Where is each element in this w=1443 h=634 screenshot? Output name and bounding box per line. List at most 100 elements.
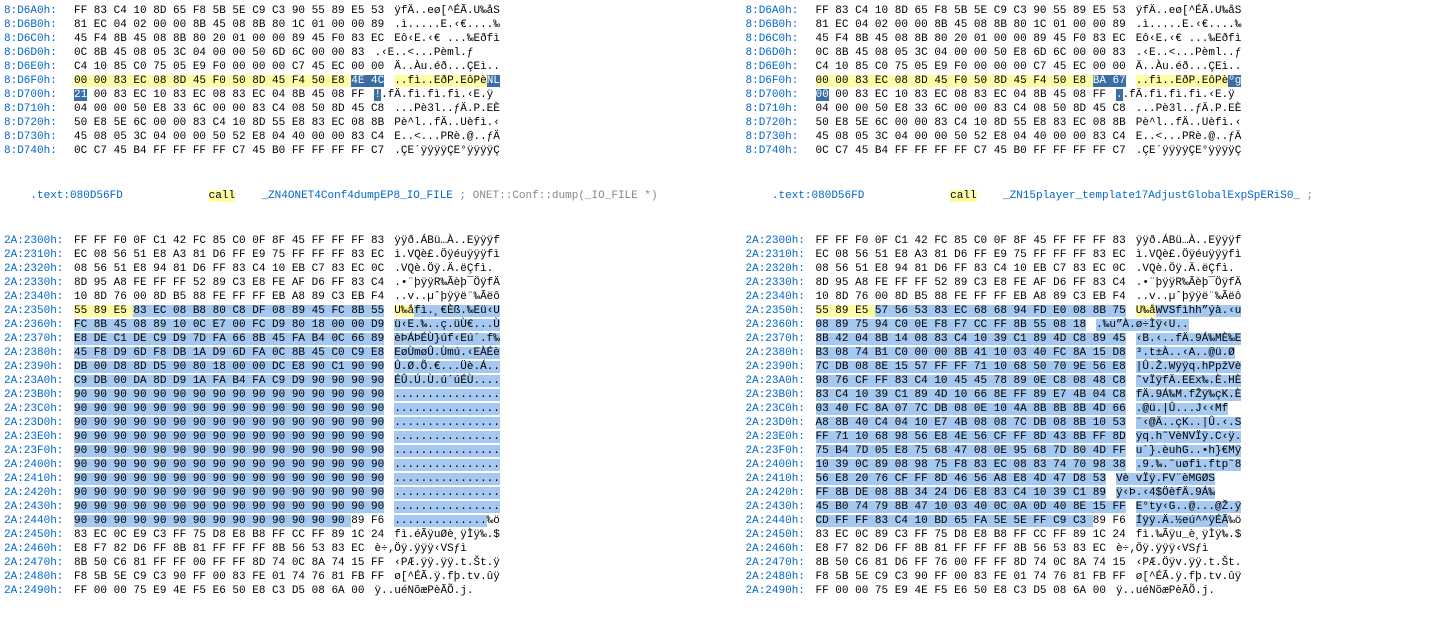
hex-row: 2A:2460h:E8 F7 82 D6 FF 8B 81 FF FF FF 8… xyxy=(4,542,698,556)
hex-row: 8:D720h:50 E8 5E 6C 00 00 83 C4 10 8D 55… xyxy=(746,116,1440,130)
hex-row: 8:D6A0h:FF 83 C4 10 8D 65 F8 5B 5E C9 C3… xyxy=(4,4,698,18)
hex-address: 8:D6A0h: xyxy=(746,4,816,18)
hex-row: 8:D6E0h:C4 10 85 C0 75 05 E9 F0 00 00 00… xyxy=(746,60,1440,74)
hex-address: 2A:23F0h: xyxy=(4,444,74,458)
hex-bytes: FF 8B DE 08 8B 34 24 D6 E8 83 C4 10 39 C… xyxy=(816,486,1106,500)
hex-ascii: fÄ.9Á‰M.fŽÿ‰çK.È xyxy=(1136,388,1242,402)
hex-bytes: C4 10 85 C0 75 05 E9 F0 00 00 00 C7 45 E… xyxy=(816,60,1126,74)
hex-ascii: ÿ‹Þ.‹4$ÖèfÄ.9Á‰ xyxy=(1116,486,1215,500)
hex-ascii: ÿÿð.ÁBü…À..Eÿÿÿf xyxy=(1136,234,1242,248)
hex-bytes: 08 56 51 E8 94 81 D6 FF 83 C4 10 EB C7 8… xyxy=(816,262,1126,276)
hex-ascii: Eô‹E.‹€ ...‰Eðfì xyxy=(1136,32,1242,46)
hex-row: 2A:2300h:FF FF F0 0F C1 42 FC 85 C0 0F 8… xyxy=(4,234,698,248)
hex-bytes: 83 C4 10 39 C1 89 4D 10 66 8E FF 89 E7 4… xyxy=(816,388,1126,402)
hex-ascii: .‰u”À.ø÷Ìÿ‹U.. xyxy=(1096,318,1188,332)
disasm-left: .text:080D56FD call _ZN4ONET4Conf4dumpEP… xyxy=(4,174,698,218)
hex-ascii: ³.t±À..‹A..@ü.Ø xyxy=(1136,346,1235,360)
hex-address: 2A:2350h: xyxy=(4,304,74,318)
hex-ascii: .•¨þÿÿR‰Ãèþ¯ÖÿfÄ xyxy=(1136,276,1242,290)
hex-row: 8:D730h:45 08 05 3C 04 00 00 50 52 E8 04… xyxy=(4,130,698,144)
hex-address: 2A:2460h: xyxy=(4,542,74,556)
hex-row: 2A:2360h:08 89 75 94 C0 0E F8 F7 CC FF 8… xyxy=(746,318,1440,332)
hex-row: 2A:2350h:55 89 E5 83 EC 08 B8 80 C8 DF 0… xyxy=(4,304,698,318)
hex-bytes: 75 B4 7D 05 E8 75 68 47 08 0E 95 68 7D 8… xyxy=(816,444,1126,458)
hex-ascii: ÿ..uéNõæPèÃÕ.j. xyxy=(1116,584,1215,598)
hex-ascii: .ì.....E.‹€....‰ xyxy=(394,18,500,32)
hex-bytes: 8B 42 04 8B 14 08 83 C4 10 39 C1 89 4D C… xyxy=(816,332,1126,346)
disasm-addr: .text:080D56FD xyxy=(30,190,122,202)
hex-row: 2A:23B0h:83 C4 10 39 C1 89 4D 10 66 8E F… xyxy=(746,388,1440,402)
hex-address: 2A:2410h: xyxy=(4,472,74,486)
hex-row: 8:D6C0h:45 F4 8B 45 08 8B 80 20 01 00 00… xyxy=(746,32,1440,46)
hex-address: 8:D710h: xyxy=(4,102,74,116)
hex-bytes: 45 B0 74 79 8B 47 10 03 40 0C 0A 0D 40 8… xyxy=(816,500,1126,514)
hex-row: 2A:23B0h:90 90 90 90 90 90 90 90 90 90 9… xyxy=(4,388,698,402)
hex-address: 2A:23B0h: xyxy=(746,388,816,402)
hex-ascii: .‹E..<...Pèml.ƒ xyxy=(374,46,473,60)
hex-ascii: ................ xyxy=(394,486,500,500)
hex-bytes: F8 5B 5E C9 C3 90 FF 00 83 FE 01 74 76 8… xyxy=(816,570,1126,584)
hex-ascii: ÿfÄ..eø[^ÉÃ.U‰åS xyxy=(1136,4,1242,18)
hex-row: 8:D6E0h:C4 10 85 C0 75 05 E9 F0 00 00 00… xyxy=(4,60,698,74)
hex-row: 2A:23D0h:A8 8B 40 C4 04 10 E7 4B 08 08 7… xyxy=(746,416,1440,430)
hex-address: 2A:23A0h: xyxy=(4,374,74,388)
hex-row: 2A:2400h:90 90 90 90 90 90 90 90 90 90 9… xyxy=(4,458,698,472)
hex-row: 2A:2410h:90 90 90 90 90 90 90 90 90 90 9… xyxy=(4,472,698,486)
hex-address: 2A:23F0h: xyxy=(746,444,816,458)
hex-row: 2A:2480h:F8 5B 5E C9 C3 90 FF 00 83 FE 0… xyxy=(4,570,698,584)
hex-row: 2A:2380h:45 F8 D9 6D F8 DB 1A D9 6D FA 0… xyxy=(4,346,698,360)
hex-row: 8:D6A0h:FF 83 C4 10 8D 65 F8 5B 5E C9 C3… xyxy=(746,4,1440,18)
hex-row: 8:D700h:00 00 83 EC 10 83 EC 08 83 EC 04… xyxy=(746,88,1440,102)
hex-row: 2A:23E0h:FF 71 10 68 98 56 E8 4E 56 CF F… xyxy=(746,430,1440,444)
hex-row: 2A:2450h:83 EC 0C 89 C3 FF 75 D8 E8 B8 F… xyxy=(746,528,1440,542)
hex-bytes: 45 08 05 3C 04 00 00 50 52 E8 04 40 00 0… xyxy=(74,130,384,144)
hex-ascii: Ä..Àu.éð...ÇEì.. xyxy=(394,60,500,74)
hex-address: 8:D6C0h: xyxy=(746,32,816,46)
hex-bytes: C4 10 85 C0 75 05 E9 F0 00 00 00 C7 45 E… xyxy=(74,60,384,74)
hex-bytes: 0C C7 45 B4 FF FF FF FF C7 45 B0 FF FF F… xyxy=(816,144,1126,158)
disasm-mnem: call xyxy=(209,190,235,202)
hex-ascii: .9.‰.˜uøfì.ftp˜8 xyxy=(1136,458,1242,472)
hex-bytes: 90 90 90 90 90 90 90 90 90 90 90 90 90 9… xyxy=(74,514,384,528)
hex-row: 2A:2490h:FF 00 00 75 E9 4E F5 E6 50 E8 C… xyxy=(4,584,698,598)
left-pane: 8:D6A0h:FF 83 C4 10 8D 65 F8 5B 5E C9 C3… xyxy=(0,0,702,602)
hex-bytes: FC 8B 45 08 89 10 0C E7 00 FC D9 80 18 0… xyxy=(74,318,384,332)
hex-ascii: U‰åWVSfìhh”ýà.‹u xyxy=(1136,304,1242,318)
hex-address: 8:D6B0h: xyxy=(746,18,816,32)
hex-bytes: B3 08 74 B1 C0 00 00 8B 41 10 03 40 FC 8… xyxy=(816,346,1126,360)
hex-bytes: 08 56 51 E8 94 81 D6 FF 83 C4 10 EB C7 8… xyxy=(74,262,384,276)
hex-row: 2A:2430h:45 B0 74 79 8B 47 10 03 40 0C 0… xyxy=(746,500,1440,514)
hex-bytes: 90 90 90 90 90 90 90 90 90 90 90 90 90 9… xyxy=(74,444,384,458)
hex-ascii: Vè vÏÿ.FV¨èMGØS xyxy=(1116,472,1215,486)
hex-address: 8:D6D0h: xyxy=(746,46,816,60)
hex-row: 2A:2370h:8B 42 04 8B 14 08 83 C4 10 39 C… xyxy=(746,332,1440,346)
hex-row: 2A:2320h:08 56 51 E8 94 81 D6 FF 83 C4 1… xyxy=(4,262,698,276)
hex-row: 2A:2420h:FF 8B DE 08 8B 34 24 D6 E8 83 C… xyxy=(746,486,1440,500)
hex-ascii: ...Pè3l..ƒÄ.P.EÈ xyxy=(1136,102,1242,116)
disasm-operand: _ZN15player_template17AdjustGlobalExpSpE… xyxy=(1003,190,1300,202)
hex-bytes: 55 89 E5 83 EC 08 B8 80 C8 DF 08 89 45 F… xyxy=(74,304,384,318)
hex-address: 2A:2420h: xyxy=(4,486,74,500)
hex-bytes: 04 00 00 50 E8 33 6C 00 00 83 C4 08 50 8… xyxy=(816,102,1126,116)
hex-ascii: E°ty‹G..@...@Ž.ÿ xyxy=(1136,500,1242,514)
hex-ascii: èÞÁÞÉÙ}úf‹Eú´.f‰ xyxy=(394,332,500,346)
hex-row: 2A:2310h:EC 08 56 51 E8 A3 81 D6 FF E9 7… xyxy=(746,248,1440,262)
hex-address: 2A:2370h: xyxy=(746,332,816,346)
hex-address: 2A:2330h: xyxy=(746,276,816,290)
hex-address: 8:D720h: xyxy=(746,116,816,130)
hex-ascii: .ÇE´ÿÿÿÿÇE°ÿÿÿÿÇ xyxy=(394,144,500,158)
hex-address: 2A:23C0h: xyxy=(746,402,816,416)
hex-bytes: E8 DE C1 DE C9 D9 7D FA 66 8B 45 FA B4 0… xyxy=(74,332,384,346)
hex-address: 2A:2350h: xyxy=(746,304,816,318)
hex-row: 8:D740h:0C C7 45 B4 FF FF FF FF C7 45 B0… xyxy=(746,144,1440,158)
hex-address: 2A:2470h: xyxy=(746,556,816,570)
hex-address: 8:D700h: xyxy=(746,88,816,102)
hex-ascii: ÿfÄ..eø[^ÉÃ.U‰åS xyxy=(394,4,500,18)
hex-address: 8:D6E0h: xyxy=(4,60,74,74)
hex-address: 8:D730h: xyxy=(4,130,74,144)
hex-bytes: FF 83 C4 10 8D 65 F8 5B 5E C9 C3 90 55 8… xyxy=(816,4,1126,18)
hex-row: 8:D6D0h:0C 8B 45 08 05 3C 04 00 00 50 6D… xyxy=(4,46,698,60)
hex-ascii: EøÙmøÛ.Ùmú.‹EÀÉè xyxy=(394,346,500,360)
hex-bytes: FF FF F0 0F C1 42 FC 85 C0 0F 8F 45 FF F… xyxy=(74,234,384,248)
hex-bytes: 8B 50 C6 81 D6 FF 76 00 FF FF 8D 74 0C 8… xyxy=(816,556,1126,570)
